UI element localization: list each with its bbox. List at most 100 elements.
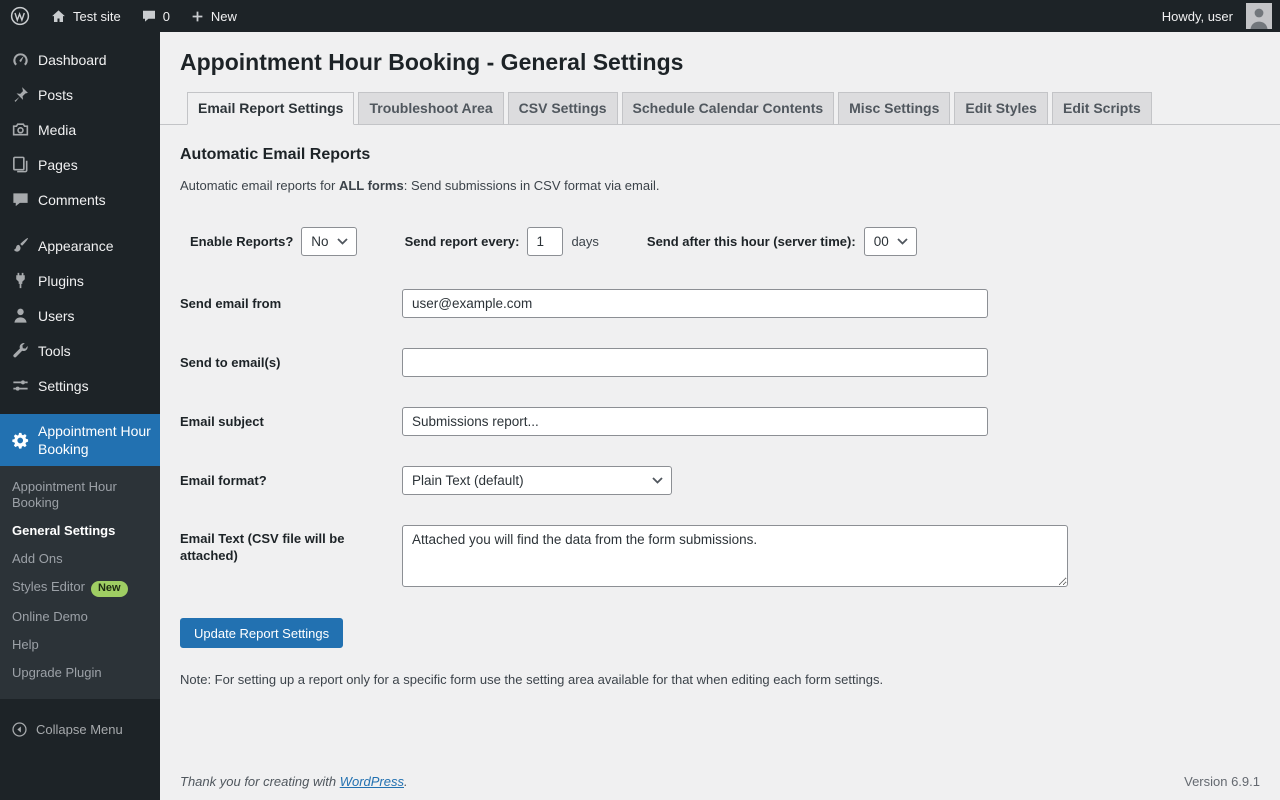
sidebar-item-tools[interactable]: Tools <box>0 333 160 368</box>
admin-bar: Test site 0 New Howdy, user <box>0 0 1280 32</box>
report-interval-input[interactable] <box>527 227 564 256</box>
collapse-menu-button[interactable]: Collapse Menu <box>0 712 160 747</box>
send-email-from-row: Send email from <box>180 289 1260 318</box>
avatar <box>1246 3 1272 29</box>
update-report-settings-button[interactable]: Update Report Settings <box>180 618 344 648</box>
pages-icon <box>10 155 30 174</box>
report-hour-select[interactable]: 00 <box>863 227 917 256</box>
sidebar-item-plugins[interactable]: Plugins <box>0 263 160 298</box>
sidebar-item-label: Pages <box>38 156 78 173</box>
sidebar-item-appearance[interactable]: Appearance <box>0 228 160 263</box>
email-format-label: Email format? <box>180 473 267 488</box>
new-label: New <box>210 8 237 24</box>
page-title: Appointment Hour Booking - General Setti… <box>180 49 684 75</box>
tab-email-report-settings[interactable]: Email Report Settings <box>187 92 355 125</box>
gear-icon <box>10 431 30 450</box>
email-format-row: Email format? Plain Text (default) <box>180 466 1260 495</box>
sidebar-item-comments[interactable]: Comments <box>0 182 160 217</box>
sidebar-item-dashboard[interactable]: Dashboard <box>0 42 160 77</box>
enable-reports-label: Enable Reports? <box>190 234 294 249</box>
intro-suffix: : Send submissions in CSV format via ema… <box>403 178 660 193</box>
camera-icon <box>10 120 30 139</box>
email-subject-input[interactable] <box>402 407 988 436</box>
site-name-menu[interactable]: Test site <box>40 0 131 32</box>
collapse-menu-label: Collapse Menu <box>36 722 123 737</box>
thanks-suffix: . <box>404 774 408 789</box>
sidebar-item-settings[interactable]: Settings <box>0 368 160 403</box>
sidebar-item-users[interactable]: Users <box>0 298 160 333</box>
intro-text: Automatic email reports for ALL forms: S… <box>180 178 1260 193</box>
sidebar-item-label: Appearance <box>38 237 114 254</box>
section-title: Automatic Email Reports <box>180 146 371 163</box>
chevron-down-icon <box>897 238 908 245</box>
tab-csv-settings[interactable]: CSV Settings <box>507 92 618 125</box>
wordpress-logo-menu[interactable] <box>0 0 40 32</box>
submenu-item-online-demo[interactable]: Online Demo <box>0 603 160 631</box>
sidebar-item-media[interactable]: Media <box>0 112 160 147</box>
brush-icon <box>10 236 30 255</box>
settings-tabs: Email Report Settings Troubleshoot Area CS… <box>160 92 1280 125</box>
sidebar-item-posts[interactable]: Posts <box>0 77 160 112</box>
sidebar-item-label: Posts <box>38 86 74 103</box>
submenu-item-styles-editor[interactable]: Styles Editor New <box>0 573 160 603</box>
send-email-from-input[interactable] <box>402 289 988 318</box>
my-account-menu[interactable]: Howdy, user <box>1152 0 1280 32</box>
sidebar: Dashboard Posts Media Pages Comments App <box>0 32 160 800</box>
site-name-label: Test site <box>73 8 121 24</box>
send-to-emails-input[interactable] <box>402 348 988 377</box>
new-content-menu[interactable]: New <box>180 0 247 32</box>
submenu-item-appointment-hour-booking[interactable]: Appointment Hour Booking <box>0 473 160 517</box>
sidebar-item-label: Tools <box>38 342 71 359</box>
tab-edit-scripts[interactable]: Edit Scripts <box>1051 92 1152 125</box>
sidebar-item-label: Plugins <box>38 272 84 289</box>
submenu-item-add-ons[interactable]: Add Ons <box>0 545 160 573</box>
home-icon <box>50 8 67 25</box>
report-hour-value: 00 <box>873 234 889 249</box>
plus-icon <box>190 9 205 24</box>
email-text-textarea[interactable]: Attached you will find the data from the… <box>402 525 1068 587</box>
dashboard-icon <box>10 50 30 69</box>
howdy-label: Howdy, user <box>1161 8 1233 24</box>
submenu-item-help[interactable]: Help <box>0 631 160 659</box>
tab-schedule-calendar-contents[interactable]: Schedule Calendar Contents <box>621 92 835 125</box>
enable-reports-select[interactable]: No <box>301 227 357 256</box>
email-text-row: Email Text (CSV file will be attached) A… <box>180 525 1260 587</box>
sidebar-item-label: Appointment Hour Booking <box>38 423 151 457</box>
chevron-down-icon <box>336 238 348 245</box>
sidebar-item-label: Media <box>38 121 77 138</box>
email-format-select[interactable]: Plain Text (default) <box>402 466 672 495</box>
plugin-submenu: Appointment Hour Booking General Setting… <box>0 466 160 699</box>
chevron-down-icon <box>652 477 663 484</box>
note-text: Note: For setting up a report only for a… <box>180 672 884 687</box>
thanks-prefix: Thank you for creating with <box>180 774 340 789</box>
pin-icon <box>10 85 30 104</box>
report-interval-unit: days <box>571 234 599 249</box>
intro-prefix: Automatic email reports for <box>180 178 339 193</box>
sidebar-item-appointment-hour-booking[interactable]: Appointment Hour Booking <box>0 414 160 466</box>
person-icon <box>10 306 30 325</box>
comments-menu[interactable]: 0 <box>131 0 180 32</box>
new-badge: New <box>90 581 128 597</box>
sidebar-item-label: Dashboard <box>38 51 107 68</box>
email-text-label: Email Text (CSV file will be attached) <box>180 531 345 563</box>
footer: Thank you for creating with WordPress. V… <box>180 774 1260 789</box>
intro-bold: ALL forms <box>338 178 404 193</box>
tab-misc-settings[interactable]: Misc Settings <box>838 92 951 125</box>
submenu-item-upgrade-plugin[interactable]: Upgrade Plugin <box>0 659 160 687</box>
tab-troubleshoot-area[interactable]: Troubleshoot Area <box>358 92 504 125</box>
sidebar-item-pages[interactable]: Pages <box>0 147 160 182</box>
submenu-item-general-settings[interactable]: General Settings <box>0 517 160 545</box>
admin-bar-left: Test site 0 New <box>0 0 247 32</box>
footer-version: Version 6.9.1 <box>1184 774 1260 789</box>
wrench-icon <box>10 341 30 360</box>
email-subject-label: Email subject <box>180 414 264 429</box>
wordpress-link[interactable]: WordPress <box>340 774 404 789</box>
report-hour-label: Send after this hour (server time): <box>646 234 856 249</box>
sidebar-item-label: Settings <box>38 377 89 394</box>
tab-edit-styles[interactable]: Edit Styles <box>954 92 1048 125</box>
send-email-from-label: Send email from <box>180 296 282 311</box>
collapse-arrow-icon <box>11 721 28 738</box>
report-interval-label: Send report every: <box>404 234 520 249</box>
email-subject-row: Email subject <box>180 407 1260 436</box>
main-content: Appointment Hour Booking - General Setti… <box>160 32 1280 800</box>
